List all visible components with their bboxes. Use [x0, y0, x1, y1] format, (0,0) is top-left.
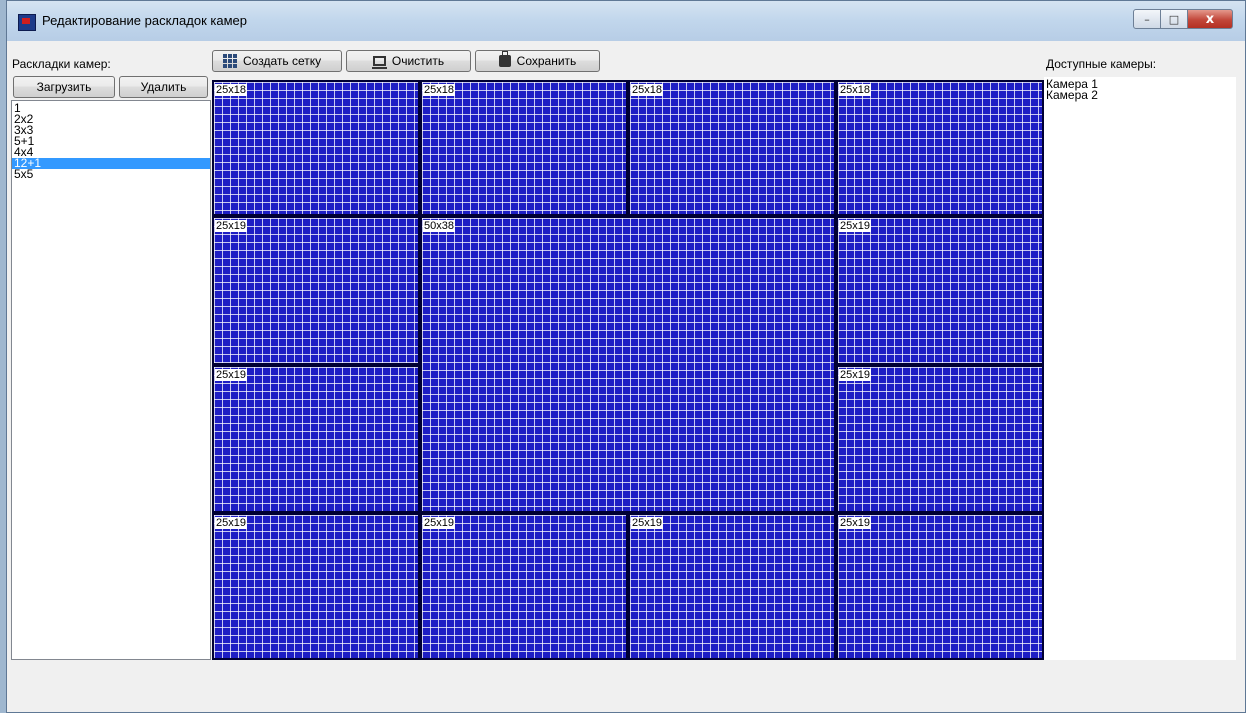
layouts-label: Раскладки камер: — [12, 57, 111, 71]
grid-icon — [223, 54, 237, 68]
camera-cell[interactable]: 25x19 — [836, 216, 1044, 365]
layout-list-item[interactable]: 4x4 — [12, 146, 210, 158]
app-icon — [18, 14, 36, 31]
camera-cell[interactable]: 25x19 — [212, 365, 420, 513]
cell-size-label: 25x18 — [839, 84, 871, 96]
layouts-list[interactable]: 1 2x2 3x3 5+1 4x4 12+1 5x5 — [11, 100, 211, 660]
create-grid-label: Создать сетку — [243, 54, 322, 68]
camera-cell[interactable]: 25x18 — [420, 80, 628, 216]
camera-cell[interactable]: 25x19 — [420, 513, 628, 660]
window-title: Редактирование раскладок камер — [42, 13, 247, 28]
camera-cell[interactable]: 25x19 — [836, 513, 1044, 660]
cell-size-label: 25x19 — [215, 220, 247, 232]
cell-size-label: 25x19 — [839, 220, 871, 232]
camera-grid[interactable]: 25x18 25x18 25x18 25x18 25x19 50x38 25x19 25x19… — [212, 80, 1044, 660]
clear-button[interactable]: Очистить — [346, 50, 471, 72]
camera-cell[interactable]: 50x38 — [420, 216, 836, 513]
cell-size-label: 25x19 — [839, 369, 871, 381]
close-button[interactable]: x — [1187, 9, 1233, 29]
save-button[interactable]: Сохранить — [475, 50, 600, 72]
cell-size-label: 25x19 — [423, 517, 455, 529]
cell-size-label: 25x19 — [215, 517, 247, 529]
briefcase-icon — [498, 51, 511, 67]
layout-list-item[interactable]: 12+1 — [12, 157, 210, 169]
layout-list-item[interactable]: 1 — [12, 102, 210, 114]
create-grid-button[interactable]: Создать сетку — [212, 50, 342, 72]
cell-size-label: 25x19 — [215, 369, 247, 381]
layout-list-item[interactable]: 2x2 — [12, 113, 210, 125]
cell-size-label: 25x19 — [631, 517, 663, 529]
layout-list-item[interactable]: 5+1 — [12, 135, 210, 147]
cell-size-label: 50x38 — [423, 220, 455, 232]
layout-editor-window: Редактирование раскладок камер – □ x Рас… — [6, 0, 1246, 713]
camera-cell[interactable]: 25x18 — [836, 80, 1044, 216]
clear-label: Очистить — [391, 54, 445, 68]
camera-cell[interactable]: 25x19 — [628, 513, 836, 660]
camera-cell[interactable]: 25x19 — [836, 365, 1044, 513]
camera-cell[interactable]: 25x19 — [212, 216, 420, 365]
maximize-button[interactable]: □ — [1160, 9, 1188, 29]
layout-list-item[interactable]: 5x5 — [12, 168, 210, 180]
load-button[interactable]: Загрузить — [13, 76, 115, 98]
camera-cell[interactable]: 25x19 — [212, 513, 420, 660]
camera-cell[interactable]: 25x18 — [212, 80, 420, 216]
cell-size-label: 25x19 — [839, 517, 871, 529]
monitor-icon — [371, 56, 387, 69]
cell-size-label: 25x18 — [423, 84, 455, 96]
cell-size-label: 25x18 — [215, 84, 247, 96]
camera-cell[interactable]: 25x18 — [628, 80, 836, 216]
save-label: Сохранить — [516, 54, 577, 68]
cell-size-label: 25x18 — [631, 84, 663, 96]
camera-list-item[interactable]: Камера 2 — [1044, 89, 1236, 101]
minimize-button[interactable]: – — [1133, 9, 1161, 29]
title-bar[interactable]: Редактирование раскладок камер – □ x — [7, 1, 1245, 41]
delete-button[interactable]: Удалить — [119, 76, 208, 98]
layout-list-item[interactable]: 3x3 — [12, 124, 210, 136]
cameras-list[interactable]: Камера 1 Камера 2 — [1044, 77, 1236, 660]
available-cameras-label: Доступные камеры: — [1046, 57, 1157, 71]
